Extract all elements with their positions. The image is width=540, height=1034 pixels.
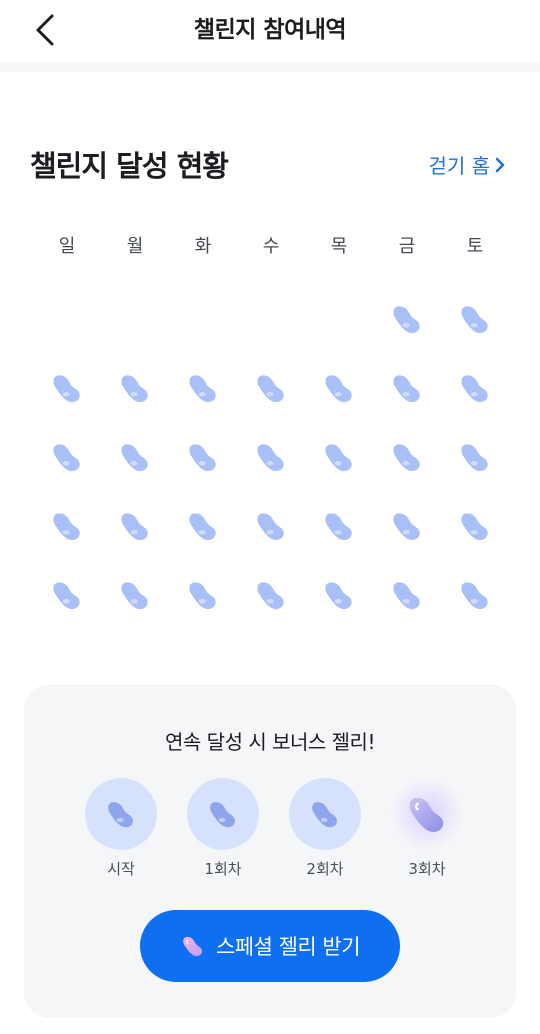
jelly-icon	[389, 508, 425, 544]
weekday-header: 일월화수목금토	[33, 232, 509, 258]
step-label: 2회차	[306, 860, 344, 878]
bonus-step: 2회차	[274, 778, 376, 879]
calendar-day	[441, 491, 509, 560]
calendar-day	[33, 422, 101, 491]
jelly-icon	[253, 370, 289, 406]
calendar-day	[33, 560, 101, 629]
jelly-icon	[49, 370, 85, 406]
weekday-label: 수	[262, 236, 280, 257]
calendar-grid	[33, 284, 509, 629]
bonus-step: 1회차	[172, 778, 274, 879]
jelly-icon	[117, 508, 153, 544]
jelly-icon	[49, 439, 85, 475]
jelly-icon	[457, 439, 493, 475]
calendar-day	[169, 560, 237, 629]
special-jelly-icon	[391, 778, 463, 850]
step-label: 3회차	[408, 860, 446, 878]
divider	[0, 62, 540, 72]
bonus-steps: 시작 1회차 2회차 3회차	[70, 778, 478, 879]
step-jelly-icon	[187, 778, 259, 850]
calendar-day	[237, 353, 305, 422]
calendar-day	[101, 422, 169, 491]
calendar-day	[305, 491, 373, 560]
jelly-icon	[457, 508, 493, 544]
calendar-day	[373, 284, 441, 353]
jelly-icon	[389, 370, 425, 406]
chevron-right-icon	[495, 157, 505, 173]
calendar-day	[169, 284, 237, 353]
calendar-day	[237, 284, 305, 353]
bonus-title: 연속 달성 시 보너스 젤리!	[165, 730, 375, 754]
calendar-day	[441, 560, 509, 629]
jelly-icon	[185, 508, 221, 544]
calendar-day	[101, 353, 169, 422]
weekday-label: 일	[58, 236, 76, 257]
weekday-label: 목	[330, 236, 348, 257]
calendar-day	[305, 284, 373, 353]
jelly-icon	[253, 577, 289, 613]
jelly-icon	[457, 370, 493, 406]
calendar-day	[169, 353, 237, 422]
walk-home-link[interactable]: 걷기 홈	[428, 150, 506, 179]
bonus-step: 시작	[70, 778, 172, 879]
jelly-icon	[389, 577, 425, 613]
weekday-label: 월	[126, 236, 144, 257]
step-jelly-icon	[85, 778, 157, 850]
jelly-icon	[321, 370, 357, 406]
calendar-day	[305, 353, 373, 422]
calendar-day	[373, 422, 441, 491]
calendar-day	[441, 284, 509, 353]
jelly-icon	[321, 508, 357, 544]
calendar-day	[169, 491, 237, 560]
calendar-day	[373, 491, 441, 560]
weekday-label: 금	[398, 236, 416, 257]
calendar-day	[441, 422, 509, 491]
calendar-day	[305, 422, 373, 491]
calendar-day	[101, 491, 169, 560]
step-label: 시작	[107, 860, 135, 878]
calendar-day	[101, 284, 169, 353]
weekday-label: 화	[194, 236, 212, 257]
jelly-icon	[117, 439, 153, 475]
calendar-day	[33, 353, 101, 422]
special-jelly-button[interactable]: 스페셜 젤리 받기	[140, 910, 400, 982]
bonus-step: 3회차	[376, 778, 478, 879]
jelly-icon	[389, 439, 425, 475]
jelly-icon	[321, 577, 357, 613]
jelly-icon	[389, 301, 425, 337]
section-title: 챌린지 달성 현황	[30, 149, 229, 183]
calendar-day	[373, 353, 441, 422]
header-bar: 챌린지 참여내역	[0, 0, 540, 60]
calendar-day	[441, 353, 509, 422]
calendar-day	[169, 422, 237, 491]
page-title: 챌린지 참여내역	[193, 17, 347, 43]
calendar-day	[33, 284, 101, 353]
step-jelly-icon	[289, 778, 361, 850]
walk-home-label: 걷기 홈	[428, 154, 490, 178]
jelly-icon	[321, 439, 357, 475]
jelly-icon	[185, 370, 221, 406]
jelly-icon	[117, 370, 153, 406]
step-label: 1회차	[204, 860, 242, 878]
jelly-icon	[185, 439, 221, 475]
jelly-icon	[49, 508, 85, 544]
jelly-icon	[457, 301, 493, 337]
calendar-day	[305, 560, 373, 629]
calendar-day	[237, 560, 305, 629]
calendar-day	[373, 560, 441, 629]
jelly-icon	[49, 577, 85, 613]
jelly-icon	[183, 936, 203, 957]
calendar-day	[33, 491, 101, 560]
jelly-icon	[253, 508, 289, 544]
jelly-icon	[185, 577, 221, 613]
jelly-icon	[253, 439, 289, 475]
jelly-icon	[457, 577, 493, 613]
jelly-icon	[117, 577, 153, 613]
special-jelly-label: 스페셜 젤리 받기	[215, 935, 361, 959]
calendar-day	[101, 560, 169, 629]
calendar-day	[237, 422, 305, 491]
calendar-day	[237, 491, 305, 560]
weekday-label: 토	[466, 236, 484, 257]
